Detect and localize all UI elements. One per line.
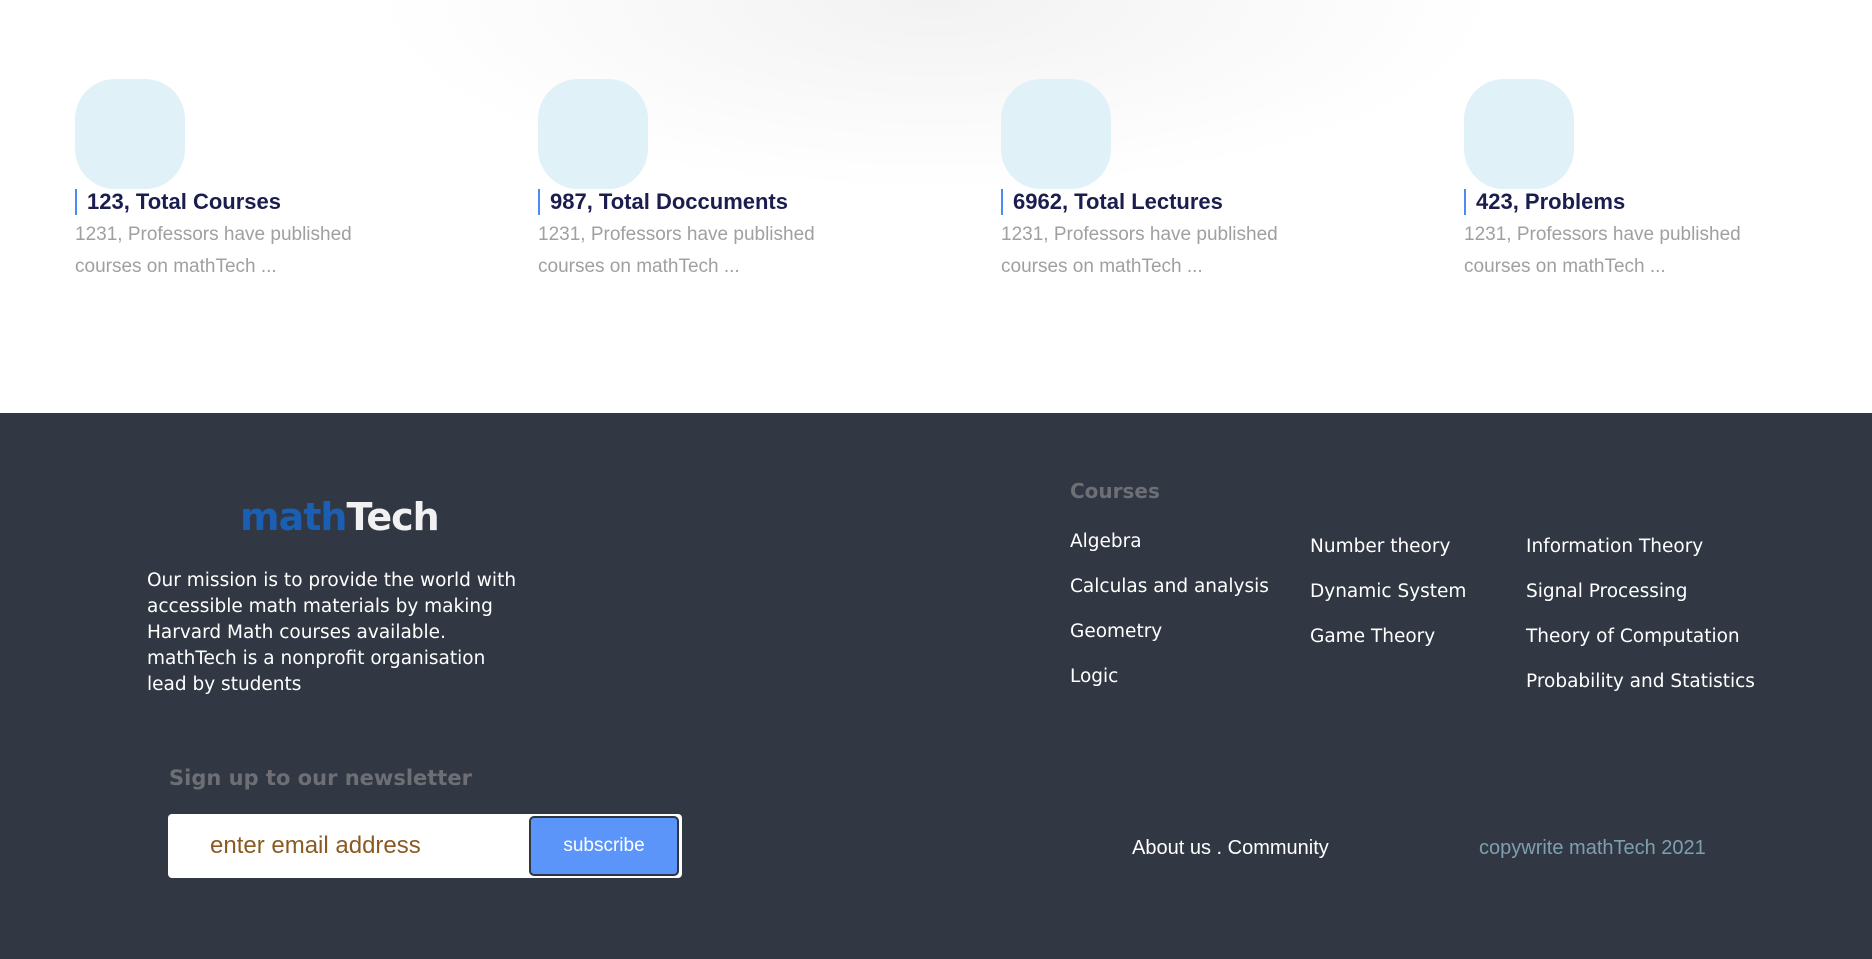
- course-link-signal-processing[interactable]: Signal Processing: [1526, 581, 1755, 626]
- subscribe-button[interactable]: subscribe: [529, 816, 679, 876]
- about-us-link[interactable]: About us: [1132, 837, 1211, 859]
- footer: mathTech Our mission is to provide the w…: [0, 413, 1872, 959]
- course-link-probability-statistics[interactable]: Probability and Statistics: [1526, 671, 1755, 716]
- stat-title: 423, Problems: [1464, 189, 1824, 215]
- mission-statement: Our mission is to provide the world with…: [147, 570, 517, 695]
- newsletter-form: subscribe: [168, 814, 682, 878]
- stat-card: 6962, Total Lectures 1231, Professors ha…: [1001, 79, 1361, 283]
- mathtech-logo[interactable]: mathTech: [240, 495, 440, 539]
- course-link-number-theory[interactable]: Number theory: [1310, 536, 1466, 581]
- course-link-calculus[interactable]: Calculas and analysis: [1070, 576, 1269, 621]
- course-link-logic[interactable]: Logic: [1070, 666, 1269, 711]
- stats-section: 123, Total Courses 1231, Professors have…: [0, 0, 1872, 413]
- stat-title: 123, Total Courses: [75, 189, 435, 215]
- stat-description: 1231, Professors have published courses …: [75, 224, 352, 277]
- course-link-game-theory[interactable]: Game Theory: [1310, 626, 1466, 671]
- email-input[interactable]: [168, 814, 528, 878]
- link-separator: .: [1210, 837, 1228, 859]
- stat-icon: [1001, 79, 1111, 189]
- courses-column-2: Number theory Dynamic System Game Theory: [1310, 536, 1466, 671]
- stat-icon: [1464, 79, 1574, 189]
- stat-card: 423, Problems 1231, Professors have publ…: [1464, 79, 1824, 283]
- stat-card: 123, Total Courses 1231, Professors have…: [75, 79, 435, 283]
- course-link-information-theory[interactable]: Information Theory: [1526, 536, 1755, 581]
- courses-heading: Courses: [1070, 479, 1160, 503]
- course-link-geometry[interactable]: Geometry: [1070, 621, 1269, 666]
- stat-description: 1231, Professors have published courses …: [538, 224, 815, 277]
- stat-icon: [75, 79, 185, 189]
- courses-column-1: Algebra Calculas and analysis Geometry L…: [1070, 531, 1269, 711]
- stat-card: 987, Total Doccuments 1231, Professors h…: [538, 79, 898, 283]
- stat-description: 1231, Professors have published courses …: [1001, 224, 1278, 277]
- stat-title: 987, Total Doccuments: [538, 189, 898, 215]
- footer-links: About us . Community: [1132, 837, 1329, 860]
- community-link[interactable]: Community: [1228, 837, 1329, 859]
- logo-math: math: [240, 495, 347, 539]
- stat-icon: [538, 79, 648, 189]
- stat-description: 1231, Professors have published courses …: [1464, 224, 1741, 277]
- logo-tech: Tech: [346, 495, 439, 539]
- copyright-text: copywrite mathTech 2021: [1479, 837, 1706, 859]
- newsletter-heading: Sign up to our newsletter: [169, 766, 472, 790]
- stat-title: 6962, Total Lectures: [1001, 189, 1361, 215]
- course-link-dynamic-system[interactable]: Dynamic System: [1310, 581, 1466, 626]
- courses-column-3: Information Theory Signal Processing The…: [1526, 536, 1755, 716]
- course-link-theory-of-computation[interactable]: Theory of Computation: [1526, 626, 1755, 671]
- course-link-algebra[interactable]: Algebra: [1070, 531, 1269, 576]
